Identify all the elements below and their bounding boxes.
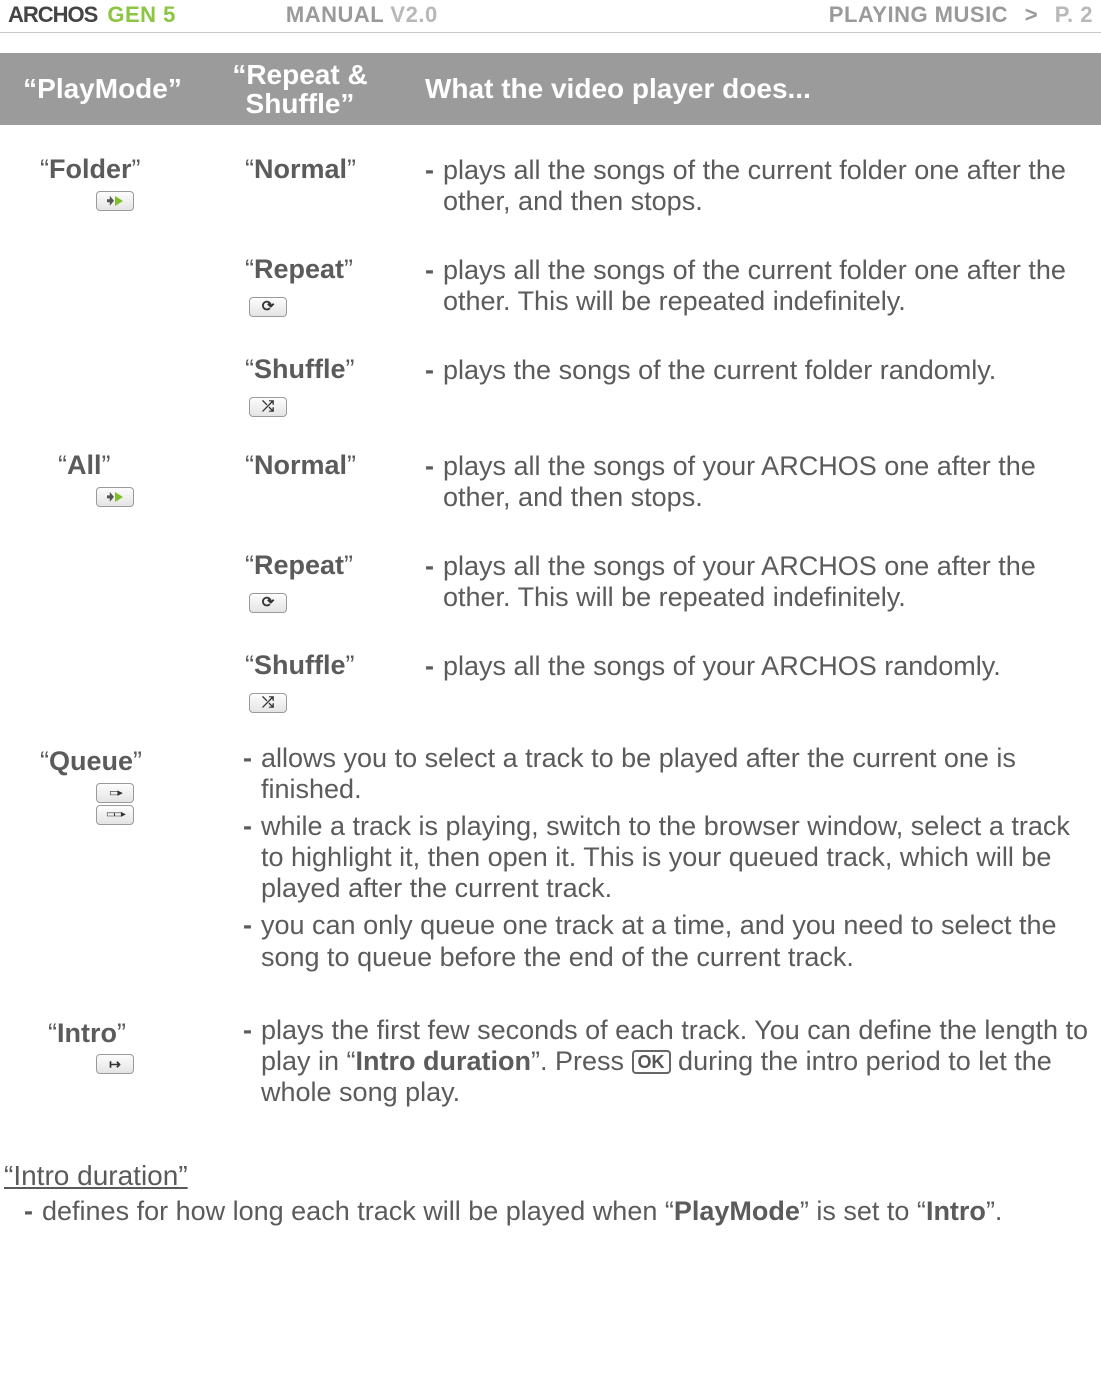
repeat-shuffle-label: “Shuffle”: [245, 355, 389, 417]
table-body: “Folder” “Normal” -plays all the songs o…: [0, 125, 1101, 1124]
table-row: “Shuffle” -plays all the songs of your A…: [0, 633, 1101, 717]
breadcrumb: PLAYING MUSIC > P. 2: [829, 2, 1093, 28]
description-bullet: -plays the songs of the current folder r…: [425, 355, 1091, 402]
repeat-icon: [249, 297, 287, 317]
repeat-icon: [249, 593, 287, 613]
playmode-queue-icon: [96, 805, 134, 825]
playmode-folder-icon: [96, 191, 134, 211]
description-bullet: -while a track is playing, switch to the…: [243, 811, 1091, 910]
th-playmode: “PlayMode”: [0, 69, 205, 109]
repeat-shuffle-label: “Repeat”: [245, 551, 389, 613]
description-bullet: -plays all the songs of the current fold…: [425, 155, 1091, 233]
table-row: “Folder” “Normal” -plays all the songs o…: [0, 125, 1101, 237]
product-generation: GEN 5: [107, 2, 176, 28]
description-bullet: -plays all the songs of the current fold…: [425, 255, 1091, 333]
description-bullet: -plays all the songs of your ARCHOS one …: [425, 451, 1091, 529]
playmode-label: “Queue”: [40, 747, 199, 777]
shuffle-icon: [249, 397, 287, 417]
table-header: “PlayMode” “Repeat & Shuffle” What the v…: [0, 53, 1101, 125]
playmode-queue-icon: [96, 783, 134, 803]
repeat-shuffle-label: “Normal”: [245, 155, 389, 185]
playmode-label: “Folder”: [40, 155, 199, 185]
description-bullet: -plays all the songs of your ARCHOS one …: [425, 551, 1091, 629]
playmode-table: “PlayMode” “Repeat & Shuffle” What the v…: [0, 53, 1101, 1124]
description-bullet: -plays all the songs of your ARCHOS rand…: [425, 651, 1091, 698]
description-bullet: - defines for how long each track will b…: [24, 1196, 1091, 1243]
table-row: “All” “Normal” -plays all the songs of y…: [0, 421, 1101, 533]
playmode-label: “All”: [40, 451, 199, 481]
table-row: “Queue” -allows you to select a track to…: [0, 717, 1101, 988]
description-bullet: - plays the first few seconds of each tr…: [243, 1015, 1091, 1124]
th-repeat-shuffle: “Repeat & Shuffle”: [205, 56, 395, 123]
table-row: “Intro” - plays the first few seconds of…: [0, 989, 1101, 1124]
playmode-label: “Intro”: [40, 1019, 199, 1049]
table-row: “Repeat” -plays all the songs of your AR…: [0, 533, 1101, 633]
breadcrumb-section: PLAYING MUSIC: [829, 2, 1008, 27]
repeat-shuffle-label: “Shuffle”: [245, 651, 389, 713]
description-bullet: -allows you to select a track to be play…: [243, 743, 1091, 811]
table-row: “Repeat” -plays all the songs of the cur…: [0, 237, 1101, 337]
brand-logo: ARCHOS: [8, 2, 97, 28]
description-bullet: -you can only queue one track at a time,…: [243, 910, 1091, 988]
table-row: “Shuffle” -plays the songs of the curren…: [0, 337, 1101, 421]
section-body: - defines for how long each track will b…: [0, 1192, 1101, 1243]
page-number: P. 2: [1055, 2, 1093, 27]
repeat-shuffle-label: “Repeat”: [245, 255, 389, 317]
section-heading-intro-duration: “Intro duration”: [0, 1160, 1101, 1192]
header-bar: ARCHOS GEN 5 MANUAL V2.0 PLAYING MUSIC >…: [0, 0, 1101, 33]
playmode-all-icon: [96, 487, 134, 507]
ok-button-glyph: OK: [632, 1050, 671, 1074]
breadcrumb-separator: >: [1025, 2, 1038, 27]
shuffle-icon: [249, 693, 287, 713]
manual-version: V2.0: [390, 2, 437, 27]
th-description: What the video player does...: [395, 69, 1101, 109]
manual-word: MANUAL: [286, 2, 384, 27]
playmode-intro-icon: [96, 1054, 134, 1074]
repeat-shuffle-label: “Normal”: [245, 451, 389, 481]
manual-title: MANUAL V2.0: [286, 2, 438, 28]
